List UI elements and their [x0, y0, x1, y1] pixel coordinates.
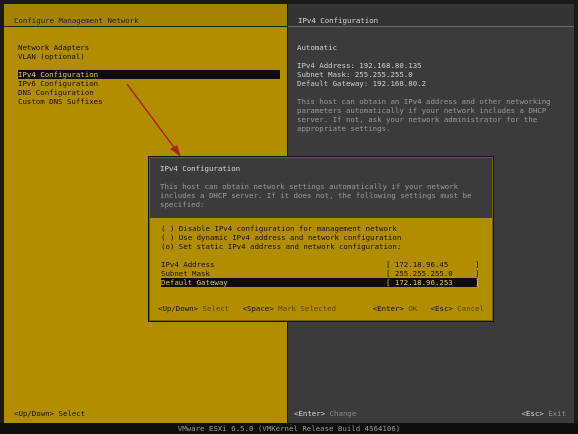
- radio-disable-ipv4[interactable]: ( ) Disable IPv4 configuration for manag…: [161, 224, 401, 233]
- ipv4-address-label: IPv4 Address: [161, 260, 215, 269]
- radio-dynamic-ipv4[interactable]: ( ) Use dynamic IPv4 address and network…: [161, 233, 401, 242]
- ipv4-address-field[interactable]: [ 172.18.96.45 ]: [386, 260, 479, 269]
- select-action: Select: [202, 304, 230, 313]
- static-ip-fields: IPv4 Address [ 172.18.96.45 ] Subnet Mas…: [161, 260, 479, 287]
- ipv4-address-row[interactable]: IPv4 Address [ 172.18.96.45 ]: [161, 260, 479, 269]
- dialog-title: IPv4 Configuration: [160, 164, 241, 173]
- default-gateway-row[interactable]: Default Gateway [ 172.18.96.253 ]: [161, 278, 479, 287]
- subnet-mask-row[interactable]: Subnet Mask [ 255.255.255.0 ]: [161, 269, 479, 278]
- dialog-note-line: includes a DHCP server. If it does not, …: [160, 191, 472, 200]
- mark-selected-key[interactable]: <Space>: [243, 304, 274, 313]
- radio-static-ipv4[interactable]: (o) Set static IPv4 address and network …: [161, 242, 401, 251]
- ipv4-configuration-dialog: IPv4 Configuration This host can obtain …: [149, 157, 493, 321]
- dialog-header: IPv4 Configuration This host can obtain …: [150, 158, 492, 218]
- subnet-mask-label: Subnet Mask: [161, 269, 210, 278]
- dialog-note: This host can obtain network settings au…: [160, 182, 480, 209]
- mark-selected-action: Mark Selected: [278, 304, 337, 313]
- select-key[interactable]: <Up/Down>: [158, 304, 198, 313]
- ipv4-mode-options: ( ) Disable IPv4 configuration for manag…: [161, 224, 401, 251]
- status-bar: VMware ESXi 6.5.0 (VMKernel Release Buil…: [0, 423, 578, 434]
- cancel-key[interactable]: <Esc>: [431, 304, 453, 313]
- dialog-footer: <Up/Down> Select <Space> Mark Selected <…: [150, 304, 492, 314]
- dialog-note-line: This host can obtain network settings au…: [160, 182, 459, 191]
- default-gateway-field[interactable]: [ 172.18.96.253 ]: [386, 278, 479, 287]
- cancel-action: Cancel: [457, 304, 484, 313]
- default-gateway-label: Default Gateway: [161, 278, 228, 287]
- ok-key[interactable]: <Enter>: [373, 304, 404, 313]
- ok-action: OK: [408, 304, 418, 313]
- subnet-mask-field[interactable]: [ 255.255.255.0 ]: [386, 269, 479, 278]
- dialog-note-line: specified:: [160, 200, 205, 209]
